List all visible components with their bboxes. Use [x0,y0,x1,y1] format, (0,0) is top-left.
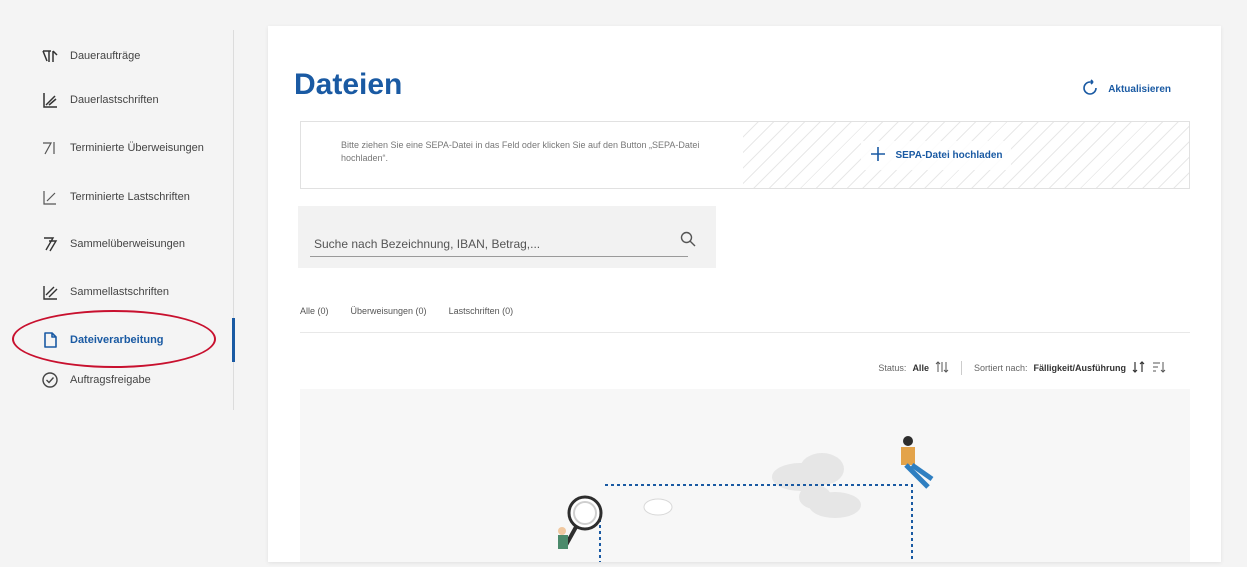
bulk-debit-icon [40,282,60,302]
refresh-icon [1080,78,1100,101]
standing-order-icon [40,46,60,66]
tab-alle[interactable]: Alle (0) [300,306,329,316]
sidebar: Daueraufträge Dauerlastschriften Termini… [0,0,240,562]
active-indicator [232,318,235,362]
filter-separator [960,361,962,375]
filter-tabs: Alle (0) Überweisungen (0) Lastschriften… [300,306,513,316]
file-dropzone[interactable]: Bitte ziehen Sie eine SEPA-Datei in das … [300,121,1190,189]
highlight-annotation [12,310,216,368]
upload-button[interactable]: SEPA-Datei hochladen [861,140,1011,170]
tab-lastschriften[interactable]: Lastschriften (0) [449,306,514,316]
upload-area[interactable]: SEPA-Datei hochladen [743,122,1189,188]
empty-state-image [558,436,934,562]
sort-direction-icon[interactable] [1132,360,1146,376]
bulk-transfer-icon [40,234,60,254]
scheduled-transfer-icon [40,138,60,158]
sidebar-item-label: Daueraufträge [70,50,141,62]
tabs-divider [300,332,1190,333]
sidebar-item-dauerauftraege[interactable]: Daueraufträge [40,42,140,70]
refresh-button[interactable]: Aktualisieren [1080,78,1171,101]
sidebar-item-label: Sammelüberweisungen [70,238,185,250]
sidebar-item-label: Terminierte Lastschriften [70,191,190,203]
sidebar-item-auftragsfreigabe[interactable]: Auftragsfreigabe [40,366,151,394]
sidebar-item-dauerlastschriften[interactable]: Dauerlastschriften [40,86,159,114]
main-panel: Dateien Aktualisieren Bitte ziehen Sie e… [268,26,1221,562]
sort-label: Sortiert nach: [973,363,1028,373]
tab-ueberweisungen[interactable]: Überweisungen (0) [351,306,427,316]
sidebar-item-label: Dauerlastschriften [70,94,159,106]
sort-options-icon[interactable] [1152,360,1166,376]
scheduled-debit-icon [40,187,60,207]
sidebar-item-sammelueberweisungen[interactable]: Sammelüberweisungen [40,230,185,258]
search-input[interactable] [310,232,688,257]
refresh-label: Aktualisieren [1108,84,1171,95]
filter-bar: Status: Alle Sortiert nach: Fälligkeit/A… [878,360,1166,376]
sidebar-item-label: Terminierte Überweisungen [70,142,204,154]
upload-label: SEPA-Datei hochladen [895,149,1003,161]
sidebar-item-label: Auftragsfreigabe [70,374,151,386]
status-value[interactable]: Alle [912,363,929,373]
sidebar-item-label: Sammellastschriften [70,286,170,298]
standing-debit-icon [40,90,60,110]
sidebar-item-terminierte-lastschriften[interactable]: Terminierte Lastschriften [40,183,190,211]
dropzone-hint: Bitte ziehen Sie eine SEPA-Datei in das … [341,140,700,163]
sidebar-item-sammellastschriften[interactable]: Sammellastschriften [40,278,169,306]
plus-icon [869,145,887,166]
search-container [298,206,716,268]
search-icon[interactable] [680,231,696,252]
sort-value[interactable]: Fälligkeit/Ausführung [1033,363,1126,373]
empty-state-illustration [300,389,1190,562]
sidebar-item-terminierte-ueberweisungen[interactable]: Terminierte Überweisungen [40,134,204,162]
status-label: Status: [878,363,907,373]
check-circle-icon [40,370,60,390]
page-title: Dateien [294,68,403,101]
status-filter-icon[interactable] [935,360,949,376]
